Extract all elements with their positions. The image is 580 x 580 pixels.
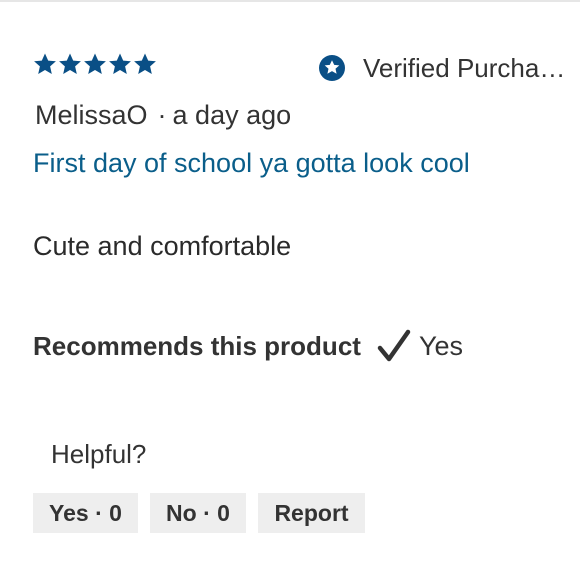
review-title: First day of school ya gotta look cool bbox=[33, 148, 470, 178]
checkmark-icon bbox=[377, 329, 411, 362]
review-body: Cute and comfortable bbox=[33, 231, 292, 261]
report-button[interactable]: Report bbox=[258, 493, 365, 533]
star-icon bbox=[59, 53, 81, 74]
top-divider bbox=[0, 0, 580, 2]
star-icon bbox=[109, 53, 131, 74]
helpful-prompt: Helpful? bbox=[51, 439, 147, 469]
recommendation-value: Yes bbox=[418, 330, 463, 361]
star-icon bbox=[84, 53, 106, 74]
review-timestamp: a day ago bbox=[172, 100, 292, 130]
feedback-actions: Yes · 0 No · 0 Report bbox=[33, 493, 365, 533]
helpful-yes-button[interactable]: Yes · 0 bbox=[33, 493, 138, 533]
recommendation-row: Recommends this product Yes bbox=[33, 328, 463, 364]
helpful-no-button[interactable]: No · 0 bbox=[150, 493, 246, 533]
meta-separator: · bbox=[157, 100, 167, 130]
review-meta: MelissaO · a day ago bbox=[35, 100, 291, 131]
star-icon bbox=[134, 53, 156, 74]
verified-badge-icon bbox=[319, 55, 345, 81]
star-rating bbox=[33, 52, 157, 78]
recommendation-label: Recommends this product bbox=[33, 330, 361, 361]
review-author: MelissaO bbox=[35, 100, 148, 130]
star-icon bbox=[34, 53, 56, 74]
verified-purchase-label: Verified Purcha… bbox=[363, 52, 566, 83]
verified-purchase-badge[interactable]: Verified Purcha… bbox=[318, 52, 580, 84]
